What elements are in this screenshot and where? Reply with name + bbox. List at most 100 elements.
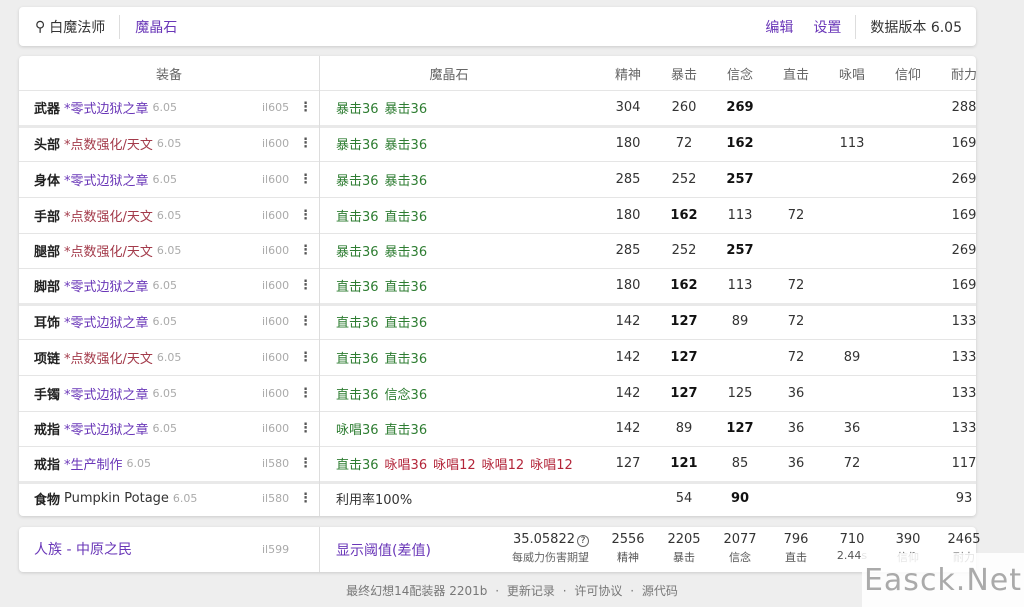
race-selector[interactable]: 人族 - 中原之民 <box>34 539 132 559</box>
gear-name-cell[interactable]: *零式边狱之章 6.05 <box>64 162 177 197</box>
footer-license-link[interactable]: 许可协议 <box>574 584 622 598</box>
materia-slot[interactable]: 咏唱36 <box>336 419 379 438</box>
tab-materia[interactable]: 魔晶石 <box>135 17 177 37</box>
gear-name-cell[interactable]: *零式边狱之章 6.05 <box>64 268 177 303</box>
footer-changelog-link[interactable]: 更新记录 <box>507 584 555 598</box>
materia-slot[interactable]: 直击36 <box>336 348 379 367</box>
gear-version: 6.05 <box>156 244 182 257</box>
gear-name-cell[interactable]: *点数强化/天文 6.05 <box>64 198 181 233</box>
gear-row[interactable]: 食物 Pumpkin Potage 6.05 il580 ⋮ 利用率100% 54 90 93 <box>19 481 976 516</box>
stat-value: 260 <box>671 100 697 115</box>
footer-source-link[interactable]: 源代码 <box>642 584 678 598</box>
gear-row[interactable]: 手部 *点数强化/天文 6.05 il600 ⋮ 直击36 直击36 180 162 113 72 1… <box>19 198 976 233</box>
gear-row[interactable]: 武器 *零式边狱之章 6.05 il605 ⋮ 暴击36 暴击36 304 260 269 288 <box>19 90 976 125</box>
materia-slot[interactable]: 暴击36 <box>336 134 379 153</box>
materia-cell[interactable]: 直击36 直击36 <box>336 304 433 339</box>
materia-slot[interactable]: 直击36 <box>336 312 379 331</box>
materia-cell[interactable]: 咏唱36 直击36 <box>336 411 433 446</box>
materia-slot[interactable]: 直击36 <box>336 206 379 225</box>
settings-link[interactable]: 设置 <box>813 17 841 37</box>
stat-value: 257 <box>726 172 754 187</box>
stat-value: 269 <box>726 100 754 115</box>
stat-value: 180 <box>615 278 641 293</box>
more-options-icon[interactable]: ⋮ <box>299 162 312 197</box>
more-options-icon[interactable]: ⋮ <box>299 304 312 339</box>
threshold-toggle[interactable]: 显示阈值(差值) <box>336 540 431 560</box>
materia-cell[interactable]: 直击36 咏唱36 咏唱12 咏唱12 咏唱12 <box>336 446 579 481</box>
stat-value: 127 <box>615 456 641 471</box>
materia-slot[interactable]: 直击36 <box>336 276 379 295</box>
gear-name-cell[interactable]: *零式边狱之章 6.05 <box>64 90 177 125</box>
more-options-icon[interactable]: ⋮ <box>299 376 312 411</box>
gear-row[interactable]: 耳饰 *零式边狱之章 6.05 il600 ⋮ 直击36 直击36 142 127 89 72 133 <box>19 304 976 339</box>
materia-slot[interactable]: 直击36 <box>385 276 428 295</box>
edit-link[interactable]: 编辑 <box>765 17 793 37</box>
materia-slot[interactable]: 暴击36 <box>385 134 428 153</box>
materia-slot[interactable]: 直击36 <box>385 348 428 367</box>
materia-slot[interactable]: 利用率100% <box>336 489 412 508</box>
summary-stat-value: 2077 <box>723 532 757 547</box>
materia-slot[interactable]: 直击36 <box>385 419 428 438</box>
materia-cell[interactable]: 直击36 直击36 <box>336 268 433 303</box>
materia-slot[interactable]: 咏唱12 <box>433 454 476 473</box>
gear-row[interactable]: 戒指 *生产制作 6.05 il580 ⋮ 直击36 咏唱36 咏唱12 咏唱12 咏唱12 127… <box>19 446 976 481</box>
gear-name-cell[interactable]: *点数强化/天文 6.05 <box>64 233 181 268</box>
gear-name-cell[interactable]: *零式边狱之章 6.05 <box>64 376 177 411</box>
gear-row[interactable]: 腿部 *点数强化/天文 6.05 il600 ⋮ 暴击36 暴击36 285 252 257 269 <box>19 233 976 268</box>
stat-value: 133 <box>951 421 977 436</box>
gear-name-cell[interactable]: *零式边狱之章 6.05 <box>64 304 177 339</box>
materia-cell[interactable]: 直击36 信念36 <box>336 376 433 411</box>
more-options-icon[interactable]: ⋮ <box>299 268 312 303</box>
more-options-icon[interactable]: ⋮ <box>299 411 312 446</box>
materia-cell[interactable]: 暴击36 暴击36 <box>336 90 433 125</box>
more-options-icon[interactable]: ⋮ <box>299 481 312 516</box>
materia-cell[interactable]: 暴击36 暴击36 <box>336 162 433 197</box>
materia-slot[interactable]: 暴击36 <box>336 241 379 260</box>
materia-slot[interactable]: 暴击36 <box>385 98 428 117</box>
help-icon[interactable]: ? <box>577 535 589 547</box>
materia-cell[interactable]: 暴击36 暴击36 <box>336 126 433 161</box>
materia-slot[interactable]: 暴击36 <box>336 98 379 117</box>
gear-name-cell[interactable]: *零式边狱之章 6.05 <box>64 411 177 446</box>
more-options-icon[interactable]: ⋮ <box>299 233 312 268</box>
materia-cell[interactable]: 利用率100% <box>336 481 418 516</box>
item-level: il600 <box>262 387 290 400</box>
materia-slot[interactable]: 咏唱12 <box>530 454 573 473</box>
materia-cell[interactable]: 直击36 直击36 <box>336 198 433 233</box>
materia-slot[interactable]: 信念36 <box>385 384 428 403</box>
more-options-icon[interactable]: ⋮ <box>299 126 312 161</box>
job-selector[interactable]: ⚲ 白魔法师 <box>19 14 121 39</box>
materia-slot[interactable]: 咏唱36 <box>385 454 428 473</box>
gear-name-cell[interactable]: *生产制作 6.05 <box>64 446 151 481</box>
item-level: il600 <box>262 173 290 186</box>
more-options-icon[interactable]: ⋮ <box>299 446 312 481</box>
gear-row[interactable]: 手镯 *零式边狱之章 6.05 il600 ⋮ 直击36 信念36 142 127 125 36 13… <box>19 376 976 411</box>
more-options-icon[interactable]: ⋮ <box>299 340 312 375</box>
materia-slot[interactable]: 直击36 <box>385 312 428 331</box>
materia-slot[interactable]: 咏唱12 <box>482 454 525 473</box>
stat-value: 142 <box>615 350 641 365</box>
stat-value: 133 <box>951 314 977 329</box>
materia-slot[interactable]: 直击36 <box>336 384 379 403</box>
materia-slot[interactable]: 暴击36 <box>385 170 428 189</box>
gear-slot: 头部 <box>34 138 61 153</box>
gear-row[interactable]: 项链 *点数强化/天文 6.05 il600 ⋮ 直击36 直击36 142 127 72 89 13… <box>19 340 976 375</box>
materia-cell[interactable]: 暴击36 暴击36 <box>336 233 433 268</box>
gear-row[interactable]: 戒指 *零式边狱之章 6.05 il600 ⋮ 咏唱36 直击36 142 89 127 36 36 1… <box>19 411 976 446</box>
gear-row[interactable]: 身体 *零式边狱之章 6.05 il600 ⋮ 暴击36 暴击36 285 252 257 269 <box>19 162 976 197</box>
materia-slot[interactable]: 暴击36 <box>385 241 428 260</box>
gear-version: 6.05 <box>152 422 178 435</box>
more-options-icon[interactable]: ⋮ <box>299 90 312 125</box>
gear-row[interactable]: 头部 *点数强化/天文 6.05 il600 ⋮ 暴击36 暴击36 180 72 162 113 1… <box>19 126 976 161</box>
materia-slot[interactable]: 直击36 <box>385 206 428 225</box>
gear-name-cell[interactable]: Pumpkin Potage 6.05 <box>64 481 197 516</box>
materia-cell[interactable]: 直击36 直击36 <box>336 340 433 375</box>
gear-row[interactable]: 脚部 *零式边狱之章 6.05 il600 ⋮ 直击36 直击36 180 162 113 72 16… <box>19 268 976 303</box>
stat-value <box>824 198 880 233</box>
materia-slot[interactable]: 暴击36 <box>336 170 379 189</box>
materia-slot[interactable]: 直击36 <box>336 454 379 473</box>
stat-value: 54 <box>675 491 693 506</box>
more-options-icon[interactable]: ⋮ <box>299 198 312 233</box>
gear-name-cell[interactable]: *点数强化/天文 6.05 <box>64 126 181 161</box>
gear-name-cell[interactable]: *点数强化/天文 6.05 <box>64 340 181 375</box>
